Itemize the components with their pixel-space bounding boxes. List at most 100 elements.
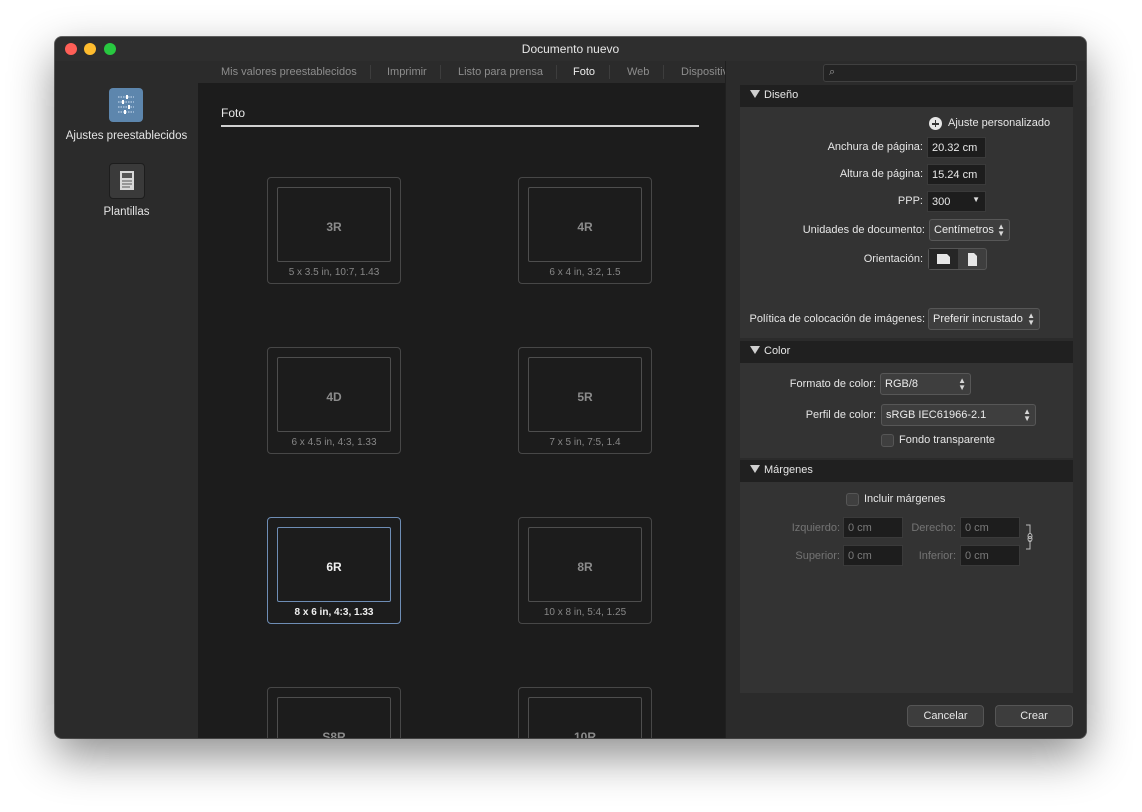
preset-thumbnail: 4D (277, 357, 391, 432)
preset-thumbnail: 8R (528, 527, 642, 602)
landscape-button[interactable] (929, 249, 958, 269)
orientation-label: Orientación: (863, 253, 923, 265)
preset-desc: 6 x 4 in, 3:2, 1.5 (549, 267, 621, 278)
color-format-label: Formato de color: (789, 378, 876, 390)
tab-mis-valores[interactable]: Mis valores preestablecidos (221, 66, 357, 78)
page-width-field[interactable]: 20.32 cm (927, 137, 986, 158)
tab-separator (663, 65, 664, 79)
section-header-label: Color (764, 345, 791, 357)
preset-name: 6R (326, 560, 342, 574)
tab-foto[interactable]: Foto (573, 66, 595, 78)
page-height-field[interactable]: 15.24 cm (927, 164, 986, 185)
preset-name: 10R (573, 730, 596, 738)
page-width-label: Anchura de página: (827, 141, 923, 153)
new-document-window: Documento nuevo Ajustes preestablecidos (55, 37, 1086, 738)
left-nav: Ajustes preestablecidos Plantillas (55, 61, 198, 738)
preset-desc: 10 x 8 in, 5:4, 1.25 (543, 607, 627, 618)
preset-card[interactable]: S8R (267, 687, 401, 738)
portrait-button[interactable] (958, 249, 987, 269)
document-units-value: Centímetros (934, 224, 994, 236)
preset-desc: 8 x 6 in, 4:3, 1.33 (294, 607, 374, 618)
color-profile-value: sRGB IEC61966-2.1 (886, 409, 987, 421)
include-margins-label: Incluir márgenes (864, 493, 946, 505)
preset-grid-panel: Mis valores preestablecidos Imprimir Lis… (198, 61, 740, 738)
preset-name: 4R (577, 220, 593, 234)
preset-card[interactable]: 5R 7 x 5 in, 7:5, 1.4 (518, 347, 652, 454)
color-profile-select[interactable]: sRGB IEC61966-2.1 ▲ ▼ (881, 404, 1036, 426)
updown-arrows-icon: ▲ ▼ (958, 376, 966, 392)
updown-arrows-icon: ▲ ▼ (1023, 407, 1031, 423)
transparent-background-checkbox[interactable] (881, 434, 894, 447)
color-format-select[interactable]: RGB/8 ▲ ▼ (880, 373, 971, 395)
color-section-body: Formato de color: RGB/8 ▲ ▼ Perfil de col… (740, 363, 1073, 458)
document-units-select[interactable]: Centímetros ▲ ▼ (929, 219, 1010, 241)
preset-card-selected[interactable]: 6R 8 x 6 in, 4:3, 1.33 (267, 517, 401, 624)
window-title: Documento nuevo (521, 42, 620, 56)
disclosure-triangle-icon (750, 90, 760, 98)
preset-thumbnail: 10R (528, 697, 642, 738)
preset-name: 5R (577, 390, 593, 404)
nav-presets[interactable]: Ajustes preestablecidos (55, 88, 198, 148)
dpi-label: PPP: (897, 195, 923, 207)
chevron-down-icon[interactable]: ▼ (972, 195, 980, 204)
margin-top-label: Superior: (795, 550, 840, 562)
disclosure-triangle-icon (750, 346, 760, 354)
portrait-icon (968, 253, 977, 266)
document-units-label: Unidades de documento: (802, 224, 925, 236)
preset-desc: 5 x 3.5 in, 10:7, 1.43 (288, 267, 380, 278)
search-icon: ⌕ (829, 66, 836, 78)
search-input[interactable]: ⌕ (823, 64, 1077, 82)
image-policy-select[interactable]: Preferir incrustado ▲ ▼ (928, 308, 1040, 330)
tab-web[interactable]: Web (627, 66, 649, 78)
orientation-toggle (928, 248, 987, 270)
margin-bottom-field[interactable]: 0 cm (960, 545, 1020, 566)
settings-panel: ⌕ Diseño Ajuste personalizado Anchura de… (725, 61, 1086, 738)
nav-templates[interactable]: Plantillas (55, 163, 198, 223)
margin-left-field[interactable]: 0 cm (843, 517, 903, 538)
link-chain-icon[interactable] (1025, 524, 1035, 555)
title-bar[interactable]: Documento nuevo (55, 37, 1086, 61)
margin-right-label: Derecho: (911, 522, 956, 534)
tab-separator (609, 65, 610, 79)
preset-card[interactable]: 8R 10 x 8 in, 5:4, 1.25 (518, 517, 652, 624)
margin-right-field[interactable]: 0 cm (960, 517, 1020, 538)
preset-card[interactable]: 4R 6 x 4 in, 3:2, 1.5 (518, 177, 652, 284)
section-header-design[interactable]: Diseño (740, 85, 1073, 107)
document-template-icon (109, 163, 145, 199)
custom-preset-label[interactable]: Ajuste personalizado (948, 117, 1050, 129)
cancel-button[interactable]: Cancelar (907, 705, 984, 727)
create-button[interactable]: Crear (995, 705, 1073, 727)
section-header-margins[interactable]: Márgenes (740, 460, 1073, 482)
section-header-color[interactable]: Color (740, 341, 1073, 363)
tab-listo-para-prensa[interactable]: Listo para prensa (458, 66, 543, 78)
tab-imprimir[interactable]: Imprimir (387, 66, 427, 78)
nav-templates-label: Plantillas (103, 206, 150, 218)
margins-section-body: Incluir márgenes Izquierdo: 0 cm Derecho… (740, 482, 1073, 693)
preset-card[interactable]: 3R 5 x 3.5 in, 10:7, 1.43 (267, 177, 401, 284)
transparent-background-label: Fondo transparente (899, 434, 996, 446)
preset-thumbnail: 4R (528, 187, 642, 262)
dpi-value: 300 (932, 196, 951, 208)
section-header-label: Diseño (764, 89, 799, 101)
preset-card[interactable]: 4D 6 x 4.5 in, 4:3, 1.33 (267, 347, 401, 454)
landscape-icon (937, 254, 950, 264)
updown-arrows-icon: ▲ ▼ (1027, 311, 1035, 327)
preset-thumbnail: 3R (277, 187, 391, 262)
disclosure-triangle-icon (750, 465, 760, 473)
preset-name: 3R (326, 220, 342, 234)
tab-separator (370, 65, 371, 79)
margin-top-field[interactable]: 0 cm (843, 545, 903, 566)
updown-arrows-icon: ▲ ▼ (997, 222, 1005, 238)
dpi-field[interactable]: 300 ▼ (927, 191, 986, 212)
include-margins-checkbox[interactable] (846, 493, 859, 506)
add-icon[interactable] (929, 117, 942, 130)
preset-card[interactable]: 10R (518, 687, 652, 738)
category-tabs: Mis valores preestablecidos Imprimir Lis… (198, 61, 740, 83)
tab-separator (556, 65, 557, 79)
preset-thumbnail: 6R (277, 527, 391, 602)
section-header-label: Márgenes (764, 464, 813, 476)
preset-thumbnail: S8R (277, 697, 391, 738)
design-section-body: Ajuste personalizado Anchura de página: … (740, 107, 1073, 338)
tab-separator (440, 65, 441, 79)
preset-name: 4D (326, 390, 342, 404)
